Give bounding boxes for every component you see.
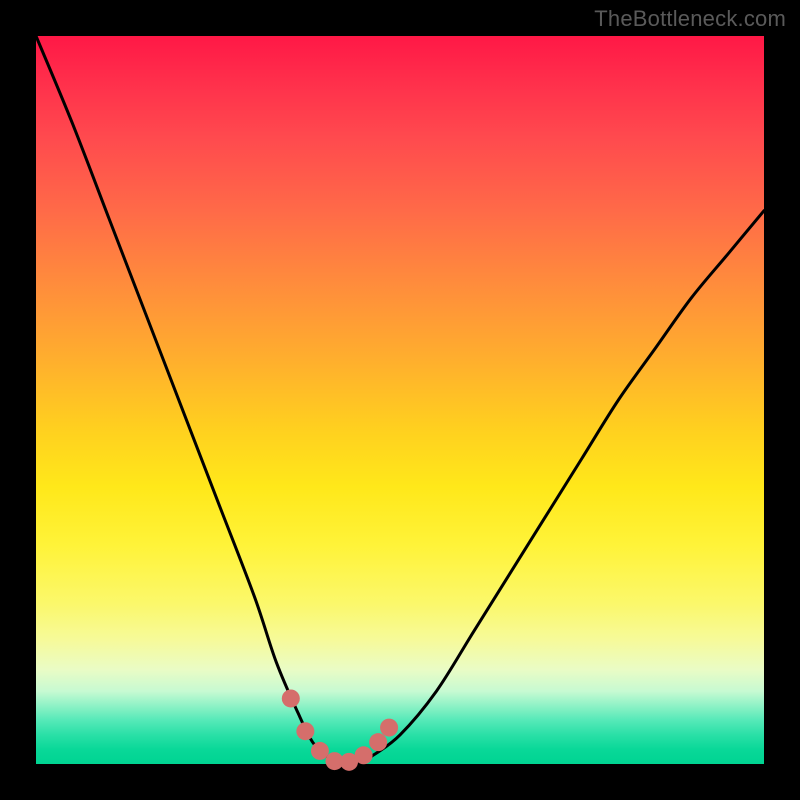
marker-dot bbox=[282, 689, 300, 707]
plot-gradient-area bbox=[36, 36, 764, 764]
curve-svg bbox=[36, 36, 764, 764]
marker-dot bbox=[369, 733, 387, 751]
marker-dot bbox=[355, 746, 373, 764]
marker-dot bbox=[296, 722, 314, 740]
marker-dot bbox=[380, 719, 398, 737]
outer-black-frame: TheBottleneck.com bbox=[0, 0, 800, 800]
bottleneck-curve bbox=[36, 36, 764, 765]
watermark-text: TheBottleneck.com bbox=[594, 6, 786, 32]
flat-region-markers bbox=[282, 689, 398, 770]
marker-dot bbox=[311, 742, 329, 760]
